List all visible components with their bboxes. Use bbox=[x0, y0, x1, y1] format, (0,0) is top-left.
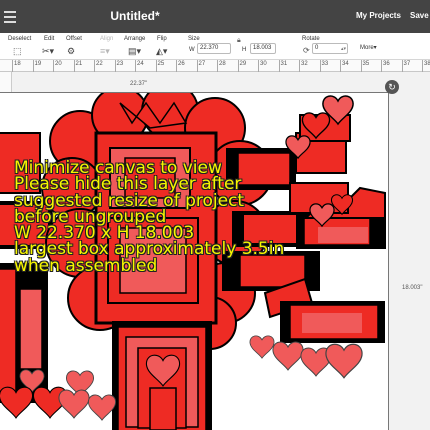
width-input[interactable]: 22.370 bbox=[197, 43, 231, 54]
height-dimension-label: 18.003" bbox=[402, 285, 423, 291]
ruler-tick bbox=[114, 60, 116, 72]
ruler-number: 24 bbox=[137, 61, 144, 67]
ruler-number: 20 bbox=[55, 61, 62, 67]
ruler-tick bbox=[73, 60, 75, 72]
ruler-tick bbox=[422, 60, 423, 72]
ruler-number: 30 bbox=[260, 61, 267, 67]
align-icon: ≡▾ bbox=[100, 46, 110, 56]
ruler-tick bbox=[381, 60, 382, 72]
ruler-tick bbox=[299, 60, 300, 72]
horizontal-ruler: 18 19 20 21 22 23 24 25 26 27 28 29 30 31 32 33 34 35 36 37… bbox=[0, 60, 430, 72]
ruler-tick bbox=[360, 60, 362, 72]
ruler-tick bbox=[135, 60, 136, 72]
ruler-tick bbox=[32, 60, 34, 72]
edit-label: Edit bbox=[44, 36, 55, 42]
ruler-tick bbox=[319, 60, 321, 72]
stepper-icon[interactable]: ▴▾ bbox=[341, 46, 346, 52]
overlay-line-7: when assembled bbox=[14, 255, 158, 276]
ruler-tick bbox=[155, 60, 157, 72]
ruler-number: 38 bbox=[424, 61, 430, 67]
height-input[interactable]: 18.003 bbox=[250, 43, 276, 54]
my-projects-link[interactable]: My Projects bbox=[356, 11, 401, 20]
offset-icon: ⚙ bbox=[67, 46, 76, 56]
instruction-overlay: Minimize canvas to view Please hide this… bbox=[14, 159, 394, 276]
offset-label: Offset bbox=[66, 36, 82, 42]
ruler-tick bbox=[53, 60, 54, 72]
lock-icon[interactable]: 🔒︎ bbox=[237, 37, 241, 45]
more-button[interactable]: More▾ bbox=[360, 44, 377, 51]
ruler-tick bbox=[258, 60, 259, 72]
width-dimension-label: 22.37" bbox=[130, 81, 148, 87]
ruler-number: 28 bbox=[219, 61, 226, 67]
size-label: Size bbox=[188, 36, 200, 42]
flip-icon: ◭▾ bbox=[156, 46, 168, 56]
scissors-icon: ✂▾ bbox=[42, 46, 55, 56]
more-label: More bbox=[360, 45, 374, 51]
rotate-icon: ⟳ bbox=[303, 46, 310, 55]
ruler-number: 34 bbox=[342, 61, 349, 67]
ruler-number: 26 bbox=[178, 61, 185, 67]
ruler-tick bbox=[237, 60, 239, 72]
ruler-tick bbox=[94, 60, 95, 72]
selection-border-top bbox=[0, 92, 388, 93]
deselect-label: Deselect bbox=[8, 36, 32, 42]
ruler-number: 33 bbox=[321, 61, 329, 67]
top-bar: Untitled* My Projects Save bbox=[0, 0, 430, 33]
ruler-number: 29 bbox=[239, 61, 247, 67]
save-button[interactable]: Save bbox=[410, 11, 429, 20]
rotate-handle-icon[interactable]: ↻ bbox=[385, 80, 399, 94]
arrange-icon: ▤▾ bbox=[128, 46, 142, 56]
ruler-number: 32 bbox=[301, 61, 308, 67]
ruler-number: 23 bbox=[116, 61, 124, 67]
bottom-center-box bbox=[112, 321, 212, 430]
ruler-tick bbox=[176, 60, 177, 72]
rotate-label: Rotate bbox=[302, 36, 320, 42]
align-label: Align bbox=[100, 36, 114, 42]
ruler-tick bbox=[278, 60, 280, 72]
ruler-number: 27 bbox=[198, 61, 206, 67]
ruler-number: 35 bbox=[362, 61, 370, 67]
width-label: W bbox=[189, 47, 195, 53]
ruler-number: 21 bbox=[75, 61, 83, 67]
deselect-icon: ⬚ bbox=[13, 46, 22, 56]
ruler-number: 25 bbox=[157, 61, 165, 67]
arrange-label: Arrange bbox=[124, 36, 146, 42]
ruler-tick bbox=[340, 60, 341, 72]
ruler-number: 22 bbox=[96, 61, 103, 67]
ruler-tick bbox=[401, 60, 403, 72]
ruler-number: 19 bbox=[34, 61, 42, 67]
ruler-number: 31 bbox=[280, 61, 288, 67]
ruler-number: 37 bbox=[403, 61, 411, 67]
document-title: Untitled* bbox=[110, 9, 160, 23]
ruler-tick bbox=[217, 60, 218, 72]
ruler-tick bbox=[196, 60, 198, 72]
height-label: H bbox=[242, 47, 247, 53]
ruler-number: 18 bbox=[14, 61, 21, 67]
flip-label: Flip bbox=[157, 36, 167, 42]
ruler-number: 36 bbox=[383, 61, 390, 67]
ruler-tick bbox=[12, 60, 13, 72]
edit-toolbar: Deselect ⬚ Edit ✂▾ Offset ⚙ Align ≡▾ Arr… bbox=[0, 33, 430, 60]
